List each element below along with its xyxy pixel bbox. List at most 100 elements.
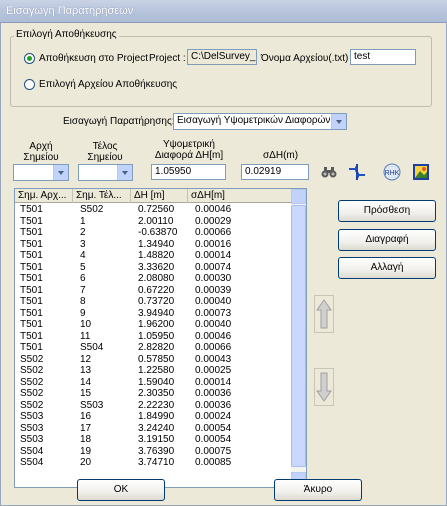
cell-end-point: 10: [80, 319, 92, 330]
cell-start-point: T501: [20, 250, 43, 261]
cell-end-point: 14: [80, 376, 92, 388]
filename-field[interactable]: test: [350, 49, 416, 65]
cell-height-diff: 2.30350: [138, 388, 175, 399]
header-start-point[interactable]: Σημ. Αρχ...: [15, 189, 73, 203]
cell-start-point: S503: [20, 422, 44, 434]
observation-type-value: Εισαγωγή Υψομετρικών Διαφορών: [177, 115, 331, 126]
table-row[interactable]: S502 12 0.57850 0.00043: [15, 354, 292, 366]
cell-height-diff: 3.76390: [138, 445, 175, 457]
add-button[interactable]: Πρόσθεση: [338, 200, 436, 222]
ok-button[interactable]: OK: [77, 479, 165, 501]
observation-type-select[interactable]: Εισαγωγή Υψομετρικών Διαφορών: [173, 113, 347, 130]
change-button[interactable]: Αλλαγή: [338, 257, 436, 279]
cell-sigma: 0.00036: [195, 399, 232, 411]
chevron-down-icon[interactable]: [117, 165, 132, 180]
cell-sigma: 0.00073: [195, 307, 232, 319]
cell-start-point: S502: [20, 376, 44, 388]
cell-end-point: S502: [80, 204, 104, 215]
cell-height-diff: 1.34940: [138, 238, 175, 250]
move-down-arrow-icon[interactable]: [314, 368, 334, 406]
scroll-up-arrow-icon[interactable]: [291, 189, 306, 204]
start-point-select[interactable]: [13, 164, 69, 181]
table-row[interactable]: S503 17 3.24240 0.00054: [15, 423, 292, 435]
table-row[interactable]: S504 19 3.76390 0.00075: [15, 446, 292, 458]
cell-sigma: 0.00030: [195, 273, 232, 284]
move-up-arrow-icon[interactable]: [314, 295, 334, 333]
table-row[interactable]: S502 13 1.22580 0.00025: [15, 365, 292, 377]
delete-button[interactable]: Διαγραφή: [338, 229, 436, 251]
cell-end-point: 4: [80, 250, 86, 261]
image-icon[interactable]: [410, 161, 432, 183]
scroll-thumb[interactable]: [291, 205, 306, 467]
cell-end-point: 6: [80, 273, 86, 284]
cell-start-point: S502: [20, 353, 44, 365]
project-path-field[interactable]: C:\DelSurvey_Pr: [187, 49, 257, 65]
table-row[interactable]: T501 S504 2.82820 0.00066: [15, 342, 292, 354]
table-row[interactable]: T501 2 -0.63870 0.00066: [15, 227, 292, 239]
table-row[interactable]: T501 5 3.33620 0.00074: [15, 262, 292, 274]
table-row[interactable]: T501 9 3.94940 0.00073: [15, 308, 292, 320]
cell-start-point: S502: [20, 365, 44, 376]
table-row[interactable]: T501 7 0.67220 0.00039: [15, 285, 292, 297]
cell-height-diff: 0.57850: [138, 353, 175, 365]
end-point-select[interactable]: [78, 164, 133, 181]
cell-height-diff: 2.82820: [138, 342, 175, 353]
cell-height-diff: 1.22580: [138, 365, 175, 376]
cell-end-point: 3: [80, 238, 86, 250]
cell-sigma: 0.00043: [195, 353, 232, 365]
cell-sigma: 0.00046: [195, 330, 232, 342]
split-arrows-icon[interactable]: [346, 161, 368, 183]
radio-choose-file-label[interactable]: Επιλογή Αρχείου Αποθήκευσης: [39, 79, 177, 90]
cell-height-diff: -0.63870: [138, 227, 178, 238]
table-row[interactable]: T501 4 1.48820 0.00014: [15, 250, 292, 262]
table-row[interactable]: S502 15 2.30350 0.00036: [15, 388, 292, 400]
cell-height-diff: 3.94940: [138, 307, 175, 319]
cell-height-diff: 0.67220: [138, 284, 175, 296]
cell-sigma: 0.00040: [195, 319, 232, 330]
end-point-label: Τέλος Σημείου: [87, 141, 123, 163]
cell-end-point: 19: [80, 445, 92, 457]
cancel-button[interactable]: Άκυρο: [274, 479, 362, 501]
cell-height-diff: 0.73720: [138, 296, 175, 307]
table-row[interactable]: T501 6 2.08080 0.00030: [15, 273, 292, 285]
radio-save-project-label[interactable]: Αποθήκευση στο Project: [39, 53, 148, 64]
cell-height-diff: 3.74710: [138, 457, 175, 468]
table-row[interactable]: S503 16 1.84990 0.00024: [15, 411, 292, 423]
sigma-input[interactable]: 0.02919: [241, 164, 309, 180]
radio-save-project[interactable]: [24, 53, 35, 64]
table-row[interactable]: T501 3 1.34940 0.00016: [15, 239, 292, 251]
cell-sigma: 0.00075: [195, 445, 232, 457]
cell-sigma: 0.00085: [195, 457, 232, 468]
height-diff-input[interactable]: 1.05950: [151, 164, 226, 180]
binoculars-icon[interactable]: [318, 161, 340, 183]
table-row[interactable]: T501 11 1.05950 0.00046: [15, 331, 292, 343]
header-end-point[interactable]: Σημ. Τέλ...: [73, 189, 131, 203]
dialog: Επιλογή Αποθήκευσης Αποθήκευση στο Proje…: [0, 23, 447, 506]
observations-table[interactable]: Σημ. Αρχ... Σημ. Τέλ... ΔΗ [m] σΔΗ[m] T5…: [14, 188, 307, 488]
cell-sigma: 0.00040: [195, 296, 232, 307]
table-row[interactable]: T501 1 2.00110 0.00029: [15, 216, 292, 228]
table-row[interactable]: S504 20 3.74710 0.00085: [15, 457, 292, 469]
chevron-down-icon[interactable]: [331, 114, 346, 129]
table-row[interactable]: T501 S502 0.72560 0.00046: [15, 204, 292, 216]
cell-sigma: 0.00054: [195, 422, 232, 434]
sigma-label: σΔΗ(m): [263, 150, 299, 161]
header-sigma[interactable]: σΔΗ[m]: [188, 189, 292, 203]
chevron-down-icon[interactable]: [53, 165, 68, 180]
rhk-icon[interactable]: RHK: [381, 161, 403, 183]
cell-start-point: S503: [20, 411, 44, 422]
table-row[interactable]: T501 8 0.73720 0.00040: [15, 296, 292, 308]
table-row[interactable]: S502 S503 2.22230 0.00036: [15, 400, 292, 412]
table-row[interactable]: T501 10 1.96200 0.00040: [15, 319, 292, 331]
cell-end-point: 20: [80, 457, 92, 468]
header-height-diff[interactable]: ΔΗ [m]: [131, 189, 188, 203]
table-body: T501 S502 0.72560 0.00046 T501 1 2.00110 0.0002…: [15, 204, 292, 469]
cell-start-point: T501: [20, 319, 43, 330]
cell-sigma: 0.00029: [195, 215, 232, 227]
cell-height-diff: 3.33620: [138, 261, 175, 273]
table-row[interactable]: S503 18 3.19150 0.00054: [15, 434, 292, 446]
radio-choose-file[interactable]: [24, 79, 35, 90]
table-scrollbar[interactable]: [291, 189, 306, 487]
table-row[interactable]: S502 14 1.59040 0.00014: [15, 377, 292, 389]
cell-height-diff: 0.72560: [138, 204, 175, 215]
